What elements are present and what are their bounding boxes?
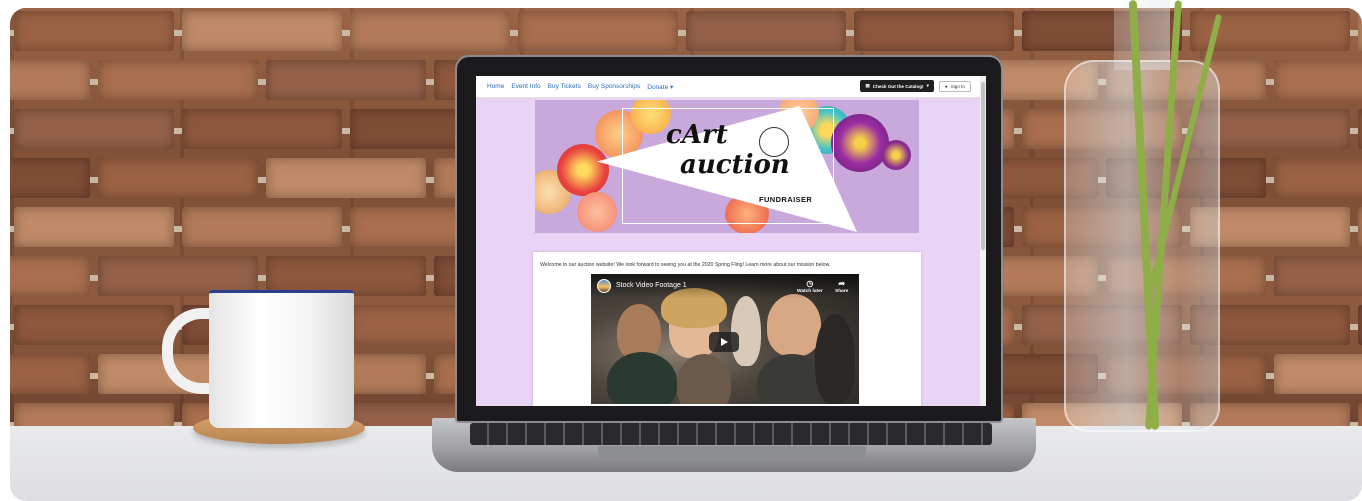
brick <box>182 11 342 51</box>
laptop-screen: Home Event Info Buy Tickets Buy Sponsors… <box>476 76 986 406</box>
channel-avatar[interactable] <box>597 279 611 293</box>
brick <box>14 109 174 149</box>
video-frame-person <box>607 352 677 404</box>
user-icon: ● <box>944 83 948 89</box>
brick <box>14 207 174 247</box>
nav-buy-tickets[interactable]: Buy Tickets <box>548 83 581 90</box>
banner-title: cArt auction <box>666 120 790 180</box>
brick <box>182 207 342 247</box>
flower-graphic <box>557 144 609 196</box>
art-auction-banner: cArt auction FUNDRAISER <box>535 100 919 233</box>
brick <box>518 11 678 51</box>
video-title[interactable]: Stock Video Footage 1 <box>616 282 687 289</box>
scrollbar-thumb[interactable] <box>981 82 985 250</box>
brick <box>10 354 90 394</box>
flower-graphic <box>881 140 911 170</box>
share-button[interactable]: ➦ Share <box>835 279 848 294</box>
page-scrollbar[interactable] <box>980 76 986 406</box>
brick <box>1274 354 1362 394</box>
nav-buy-sponsorships[interactable]: Buy Sponsorships <box>588 83 640 90</box>
catalog-button-label: Check Out the Catalog! <box>872 83 924 89</box>
nav-donate-dropdown[interactable]: Donate ▾ <box>647 83 673 91</box>
brick <box>1358 11 1362 51</box>
share-arrow-icon: ➦ <box>838 279 846 288</box>
video-frame-person <box>731 296 761 366</box>
watch-later-label: Watch later <box>797 289 823 294</box>
sign-in-label: Sign In <box>950 83 965 89</box>
video-frame-person <box>677 354 731 404</box>
play-button[interactable] <box>709 332 739 352</box>
brick <box>686 11 846 51</box>
video-player[interactable]: Stock Video Footage 1 ◷ Watch later ➦ Sh… <box>591 274 859 404</box>
nav-event-info[interactable]: Event Info <box>511 83 540 90</box>
brick <box>10 60 90 100</box>
share-label: Share <box>835 289 849 294</box>
welcome-card: Welcome to our auction website! We look … <box>533 252 921 406</box>
brick <box>14 11 174 51</box>
laptop-trackpad <box>598 446 866 460</box>
book-icon: ▤ <box>865 83 870 88</box>
nav-actions: ▤ Check Out the Catalog! ▾ ● Sign In <box>860 80 971 92</box>
brick <box>14 305 174 345</box>
catalog-button[interactable]: ▤ Check Out the Catalog! ▾ <box>860 80 934 92</box>
welcome-text: Welcome to our auction website! We look … <box>540 262 831 268</box>
brick <box>266 158 426 198</box>
brick <box>10 158 90 198</box>
video-frame-person <box>767 294 821 356</box>
brick <box>1274 158 1362 198</box>
coffee-mug <box>209 290 354 428</box>
brick <box>1358 305 1362 345</box>
banner-title-line2: auction <box>680 150 790 180</box>
nav-home[interactable]: Home <box>487 83 504 90</box>
play-icon <box>721 338 728 346</box>
site-navbar: Home Event Info Buy Tickets Buy Sponsors… <box>476 76 986 98</box>
clock-icon: ◷ <box>806 279 814 288</box>
brick <box>10 256 90 296</box>
banner-subtitle: FUNDRAISER <box>759 195 813 204</box>
brick <box>1358 109 1362 149</box>
laptop-keyboard <box>470 423 992 445</box>
brick <box>350 11 510 51</box>
flower-graphic <box>831 114 889 172</box>
caret-down-icon: ▾ <box>926 83 929 88</box>
flower-graphic <box>577 192 617 232</box>
watch-later-button[interactable]: ◷ Watch later <box>797 279 823 294</box>
brick <box>98 158 258 198</box>
brick <box>1274 60 1362 100</box>
sign-in-button[interactable]: ● Sign In <box>938 80 971 92</box>
brick <box>182 109 342 149</box>
brick <box>854 11 1014 51</box>
video-frame-person <box>815 314 855 404</box>
brick <box>1358 207 1362 247</box>
brick <box>98 60 258 100</box>
banner-title-line1: cArt <box>666 120 728 150</box>
brick <box>266 60 426 100</box>
brick <box>1274 256 1362 296</box>
